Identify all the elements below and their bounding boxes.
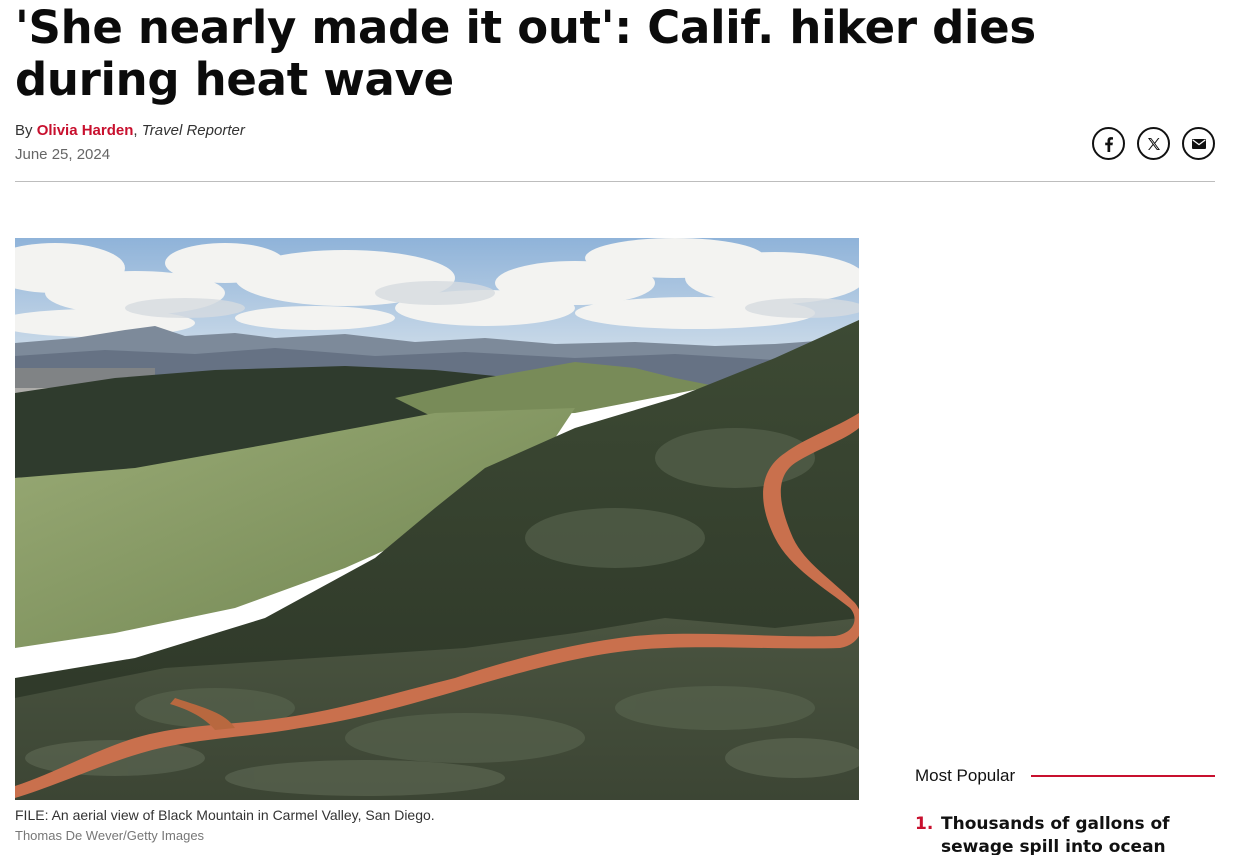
share-email-button[interactable] [1182, 127, 1215, 160]
facebook-icon [1104, 136, 1113, 152]
most-popular-header: Most Popular [915, 765, 1215, 787]
article-headline: 'She nearly made it out': Calif. hiker d… [15, 1, 1036, 106]
header-divider [15, 181, 1215, 182]
hero-image [15, 238, 859, 800]
email-icon [1191, 138, 1206, 149]
author-link[interactable]: Olivia Harden [37, 122, 134, 139]
image-credit: Thomas De Wever/Getty Images [15, 828, 205, 843]
x-icon [1147, 137, 1160, 150]
byline: By Olivia Harden, Travel Reporter [15, 121, 245, 141]
image-caption: FILE: An aerial view of Black Mountain i… [15, 807, 435, 823]
most-popular-widget: Most Popular 1. Thousands of gallons of … [915, 765, 1215, 855]
most-popular-title: Most Popular [915, 766, 1016, 785]
most-popular-rule [1031, 775, 1215, 777]
author-role: Travel Reporter [141, 122, 245, 139]
byline-block: By Olivia Harden, Travel Reporter June 2… [15, 121, 245, 164]
popular-item-1[interactable]: 1. Thousands of gallons of sewage spill … [915, 813, 1215, 855]
popular-item-number: 1. [915, 814, 934, 834]
share-bar [1092, 127, 1215, 160]
article-page: 'She nearly made it out': Calif. hiker d… [0, 0, 1252, 855]
byline-separator: , [133, 122, 142, 139]
publish-date: June 25, 2024 [15, 146, 111, 163]
byline-prefix: By [15, 122, 37, 139]
share-facebook-button[interactable] [1092, 127, 1125, 160]
popular-item-link[interactable]: Thousands of gallons of sewage spill int… [941, 813, 1191, 855]
share-x-button[interactable] [1137, 127, 1170, 160]
